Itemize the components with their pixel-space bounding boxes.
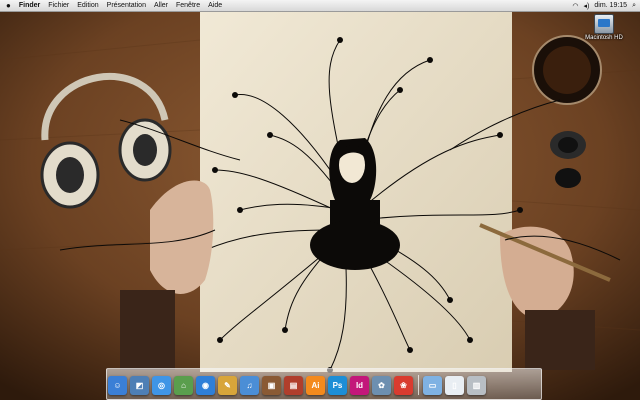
menu-presentation[interactable]: Présentation <box>103 0 150 11</box>
dock-iphoto-icon[interactable]: ✿ <box>372 376 391 395</box>
dock-separator <box>418 375 419 395</box>
ink-jar <box>532 35 602 105</box>
desktop[interactable]: Macintosh HD <box>0 0 640 400</box>
wallpaper <box>0 0 640 400</box>
dock-photoshop-icon[interactable]: Ps <box>328 376 347 395</box>
dock-maps-icon[interactable]: ⌂ <box>174 376 193 395</box>
dock-indesign-icon[interactable]: Id <box>350 376 369 395</box>
dock-notes-icon[interactable]: ✎ <box>218 376 237 395</box>
dock-finder-icon[interactable]: ☺ <box>108 376 127 395</box>
hard-drive-label: Macintosh HD <box>585 35 623 41</box>
menu-fenetre[interactable]: Fenêtre <box>172 0 204 11</box>
apple-icon[interactable]: ● <box>0 0 15 11</box>
drive-icon <box>594 14 614 34</box>
dock-paw-app-icon[interactable]: ❀ <box>394 376 413 395</box>
dock-trash-icon[interactable]: ▥ <box>467 376 486 395</box>
menu-finder[interactable]: Finder <box>15 0 44 11</box>
menu-aide[interactable]: Aide <box>204 0 226 11</box>
dock-facetime-icon[interactable]: ◉ <box>196 376 215 395</box>
dock-documents-folder-icon[interactable]: ▭ <box>423 376 442 395</box>
spotlight-icon[interactable]: ⌕ <box>632 2 636 10</box>
dock-document-file-icon[interactable]: ▯ <box>445 376 464 395</box>
dock-illustrator-icon[interactable]: Ai <box>306 376 325 395</box>
dock-icons: ☺ ◩ ◎ ⌂ ◉ ✎ ♫ ▣ ▤ Ai Ps Id ✿ ❀ ▭ ▯ ▥ <box>108 369 538 395</box>
menu-edition[interactable]: Edition <box>73 0 102 11</box>
menu-bar: ● Finder Fichier Edition Présentation Al… <box>0 0 640 12</box>
wifi-icon[interactable]: ◠ <box>572 2 578 10</box>
dock-photo-app-icon[interactable]: ▣ <box>262 376 281 395</box>
clock[interactable]: dim. 19:15 <box>594 2 627 9</box>
menu-fichier[interactable]: Fichier <box>44 0 73 11</box>
dock-itunes-icon[interactable]: ♫ <box>240 376 259 395</box>
volume-icon[interactable]: ◂) <box>584 2 590 10</box>
menu-aller[interactable]: Aller <box>150 0 172 11</box>
hard-drive-icon[interactable]: Macintosh HD <box>584 14 624 41</box>
dock-photo-booth-icon[interactable]: ▤ <box>284 376 303 395</box>
dock-safari-icon[interactable]: ◎ <box>152 376 171 395</box>
dock-preview-icon[interactable]: ◩ <box>130 376 149 395</box>
